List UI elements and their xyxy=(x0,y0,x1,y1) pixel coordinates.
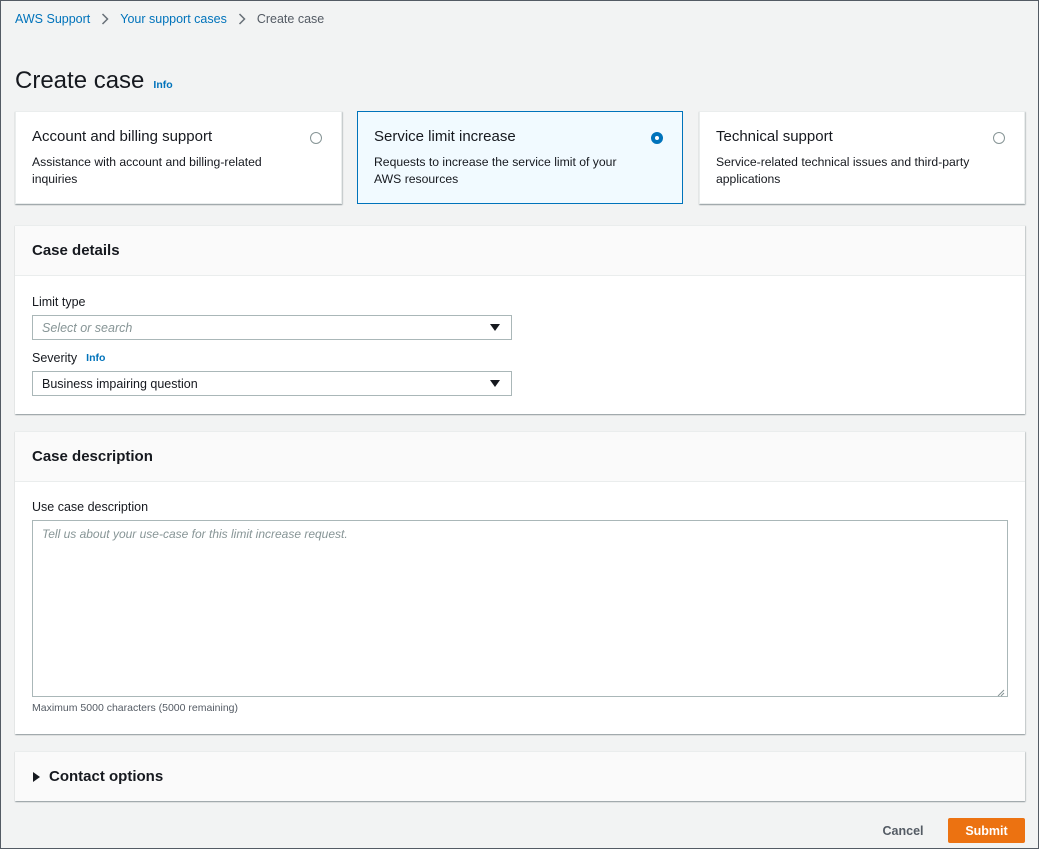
case-details-heading: Case details xyxy=(15,226,1025,276)
breadcrumb-your-support-cases[interactable]: Your support cases xyxy=(120,12,227,26)
breadcrumb-current: Create case xyxy=(256,12,325,26)
radio-button-selected[interactable] xyxy=(651,132,663,144)
info-link[interactable]: Info xyxy=(153,79,172,91)
caret-down-icon xyxy=(490,324,500,331)
severity-value: Business impairing question xyxy=(42,376,198,391)
limit-type-select[interactable]: Select or search xyxy=(32,315,512,340)
resize-grip-icon[interactable] xyxy=(997,686,1005,697)
case-description-panel: Case description Use case description Te… xyxy=(15,431,1025,734)
tile-title: Technical support xyxy=(716,128,833,145)
contact-options-expander[interactable]: Contact options xyxy=(15,751,1025,801)
breadcrumb: AWS Support Your support cases Create ca… xyxy=(15,12,324,26)
textarea-placeholder: Tell us about your use-case for this lim… xyxy=(42,527,348,541)
severity-label: Severity Info xyxy=(32,351,106,365)
use-case-description-label: Use case description xyxy=(32,500,149,514)
case-description-heading: Case description xyxy=(15,432,1025,482)
contact-options-heading: Contact options xyxy=(49,768,164,785)
tile-technical-support[interactable]: Technical support Service-related techni… xyxy=(699,111,1025,204)
cancel-button[interactable]: Cancel xyxy=(873,819,933,843)
radio-button[interactable] xyxy=(310,132,322,144)
breadcrumb-aws-support[interactable]: AWS Support xyxy=(15,12,90,26)
caret-down-icon xyxy=(490,380,500,387)
submit-button[interactable]: Submit xyxy=(948,818,1025,843)
limit-type-placeholder: Select or search xyxy=(42,320,133,335)
use-case-description-textarea[interactable]: Tell us about your use-case for this lim… xyxy=(32,520,1008,697)
tile-description: Requests to increase the service limit o… xyxy=(374,155,617,186)
case-details-panel: Case details Limit type Select or search… xyxy=(15,225,1025,414)
limit-type-label: Limit type xyxy=(32,295,86,309)
page-header: Create case Info xyxy=(15,67,173,95)
severity-info-link[interactable]: Info xyxy=(86,352,105,364)
tile-title: Account and billing support xyxy=(32,128,213,145)
page-title: Create case xyxy=(15,67,145,94)
severity-select[interactable]: Business impairing question xyxy=(32,371,512,396)
radio-button[interactable] xyxy=(993,132,1005,144)
tile-account-billing-support[interactable]: Account and billing support Assistance w… xyxy=(15,111,342,204)
chevron-right-icon xyxy=(90,13,120,25)
character-count-hint: Maximum 5000 characters (5000 remaining) xyxy=(32,702,239,714)
chevron-right-icon xyxy=(227,13,257,25)
tile-service-limit-increase[interactable]: Service limit increase Requests to incre… xyxy=(357,111,683,204)
tile-title: Service limit increase xyxy=(374,128,516,145)
tile-description: Service-related technical issues and thi… xyxy=(716,155,970,186)
tile-description: Assistance with account and billing-rela… xyxy=(32,155,262,186)
caret-right-icon xyxy=(33,771,40,782)
